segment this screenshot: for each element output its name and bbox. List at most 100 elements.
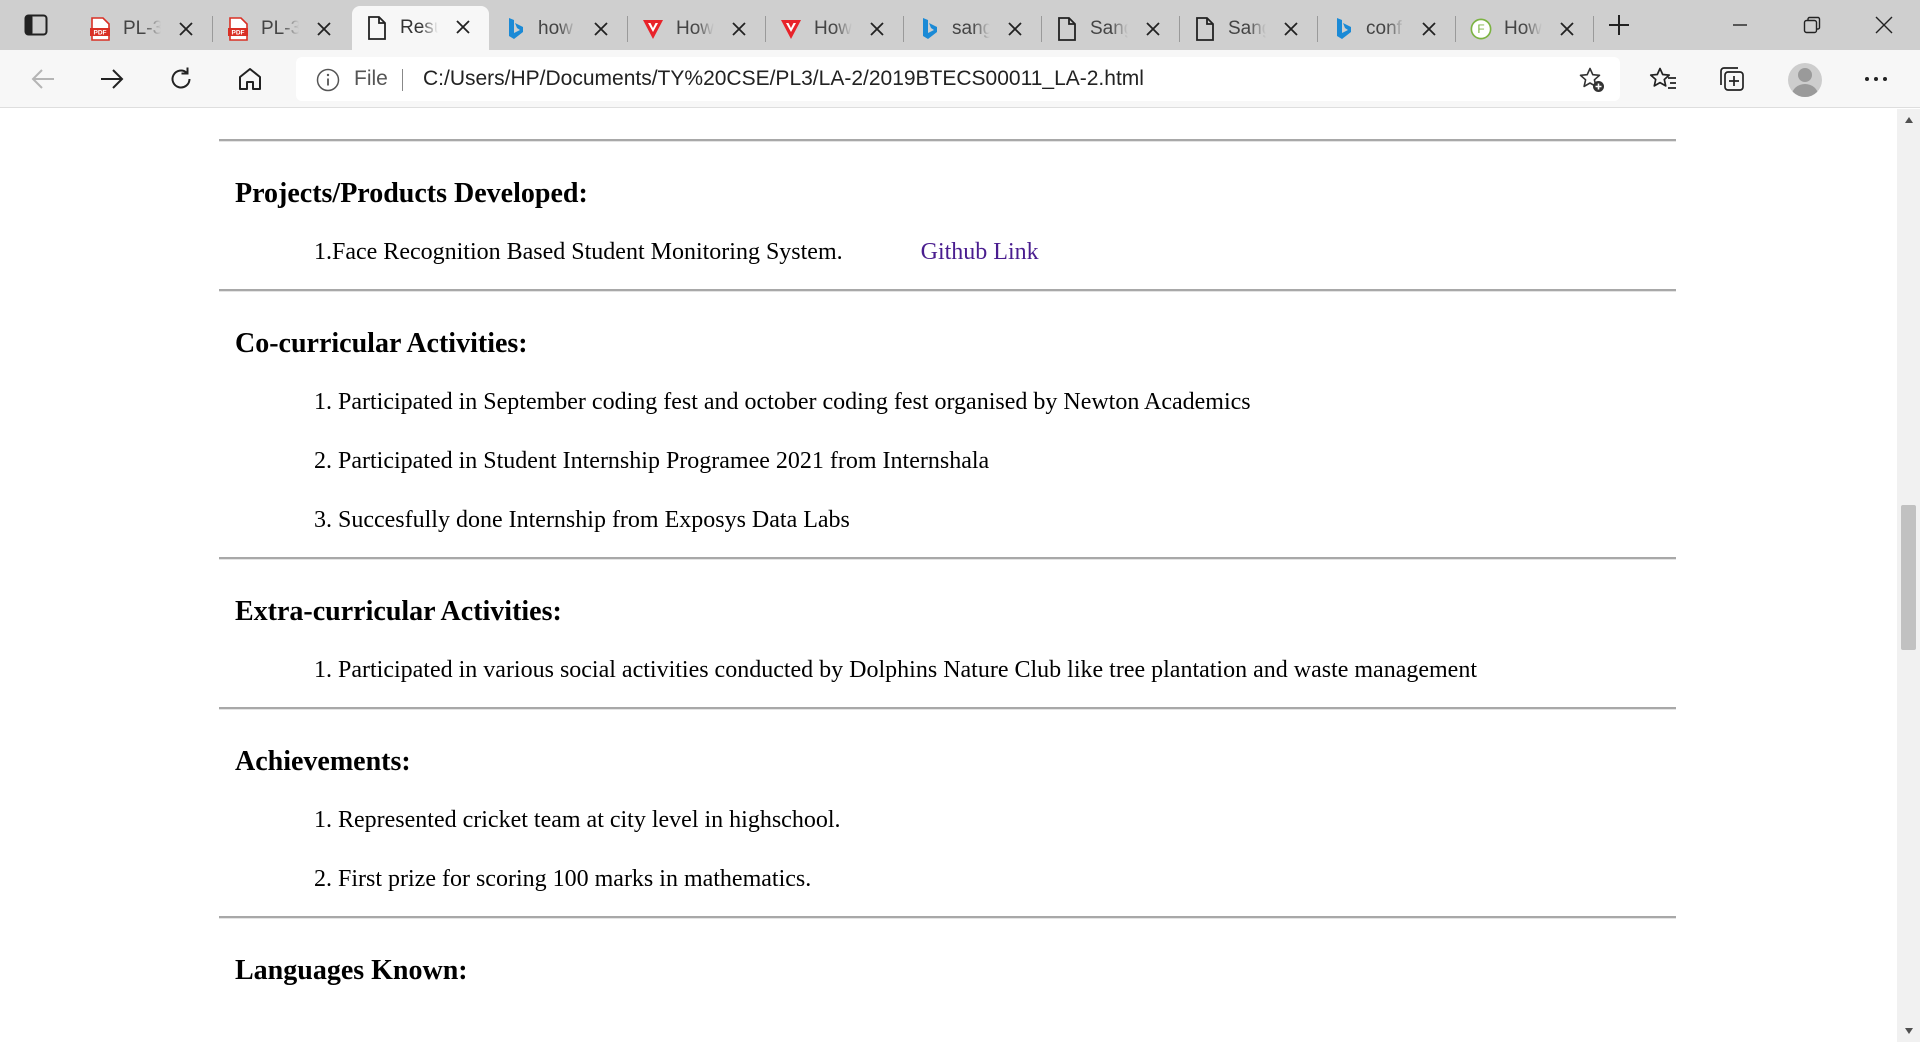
list-item: 2. First prize for scoring 100 marks in … (314, 866, 812, 892)
tab-v-how-2[interactable]: How (766, 8, 904, 50)
plus-icon (1609, 15, 1629, 35)
cocurricular-list: 1. Participated in September coding fest… (314, 387, 1676, 535)
tab-title: sang (952, 18, 990, 39)
favorites-button[interactable] (1641, 58, 1685, 100)
profile-avatar[interactable] (1788, 63, 1822, 97)
section-divider (219, 916, 1676, 919)
tab-pdf-2[interactable]: PDF PL-3 (213, 8, 350, 50)
tab-actions-button[interactable] (18, 10, 54, 40)
address-bar[interactable]: File C:/Users/HP/Documents/TY%20CSE/PL3/… (296, 57, 1620, 101)
close-icon[interactable] (1557, 19, 1577, 39)
minimize-icon (1733, 24, 1747, 26)
section-divider (219, 139, 1676, 142)
section-divider (219, 557, 1676, 560)
svg-text:PDF: PDF (94, 30, 107, 37)
forward-arrow-icon (101, 69, 124, 89)
file-icon (1194, 17, 1216, 41)
close-icon[interactable] (867, 19, 887, 39)
navigation-toolbar: File C:/Users/HP/Documents/TY%20CSE/PL3/… (0, 50, 1920, 108)
home-icon (239, 68, 261, 90)
github-link[interactable]: Github Link (921, 239, 1039, 265)
cocurricular-section: Co-curricular Activities: 1. Participate… (219, 327, 1676, 535)
close-window-button[interactable] (1850, 0, 1918, 50)
close-icon[interactable] (453, 17, 473, 37)
section-divider (219, 707, 1676, 710)
close-icon[interactable] (591, 19, 611, 39)
list-item: 2. Participated in Student Internship Pr… (314, 448, 990, 474)
scroll-up-button[interactable] (1897, 109, 1920, 131)
home-button[interactable] (228, 58, 272, 100)
close-icon[interactable] (1143, 19, 1163, 39)
settings-more-button[interactable] (1854, 58, 1898, 100)
tab-title: How (676, 18, 714, 39)
tab-actions-icon (24, 14, 48, 36)
more-dots-icon (1865, 77, 1887, 81)
tab-bing-conf[interactable]: conf (1318, 8, 1456, 50)
collections-button[interactable] (1710, 58, 1754, 100)
tab-bing-sang[interactable]: sang (904, 8, 1042, 50)
close-icon[interactable] (314, 19, 334, 39)
refresh-button[interactable] (159, 58, 203, 100)
tab-title: How (1504, 18, 1542, 39)
tab-title: PL-3 (123, 18, 161, 39)
close-icon[interactable] (176, 19, 196, 39)
languages-section: Languages Known: (219, 954, 1676, 988)
tab-file-sang-1[interactable]: Sang (1042, 8, 1180, 50)
close-icon[interactable] (1281, 19, 1301, 39)
collections-icon (1720, 67, 1744, 91)
new-tab-button[interactable] (1602, 10, 1636, 40)
restore-icon (1803, 16, 1821, 34)
forward-button[interactable] (90, 58, 134, 100)
bing-icon (918, 17, 940, 41)
list-item: 1. Participated in various social activi… (314, 657, 1478, 683)
tab-title: Resume (400, 17, 438, 38)
tab-bing-how[interactable]: how (490, 8, 628, 50)
achievements-section: Achievements: 1. Represented cricket tea… (219, 745, 1676, 894)
list-item: 3. Succesfully done Internship from Expo… (314, 507, 850, 533)
close-icon (1875, 16, 1893, 34)
section-heading: Extra-curricular Activities: (235, 596, 562, 627)
tab-title: Sang (1090, 18, 1128, 39)
project-list: 1.Face Recognition Based Student Monitor… (314, 237, 1676, 267)
tab-v-how-1[interactable]: How (628, 8, 766, 50)
scroll-down-arrow-icon (1904, 1028, 1913, 1034)
vertical-scrollbar[interactable] (1897, 109, 1920, 1042)
address-url[interactable]: C:/Users/HP/Documents/TY%20CSE/PL3/LA-2/… (423, 57, 1144, 101)
close-icon[interactable] (729, 19, 749, 39)
tab-title: How (814, 18, 852, 39)
close-icon[interactable] (1419, 19, 1439, 39)
f-circle-icon: F (1470, 17, 1492, 41)
tab-title: conf (1366, 18, 1402, 39)
tab-pdf-1[interactable]: PDF PL-3 (75, 8, 213, 50)
pdf-icon: PDF (227, 17, 249, 41)
info-icon[interactable] (316, 68, 340, 92)
favorites-icon (1649, 67, 1676, 89)
section-heading: Co-curricular Activities: (235, 328, 528, 359)
add-favorite-icon[interactable] (1578, 66, 1606, 94)
scrollbar-thumb[interactable] (1901, 505, 1916, 650)
scroll-up-arrow-icon (1904, 117, 1913, 123)
back-arrow-icon (31, 69, 54, 89)
address-scheme: File (354, 67, 388, 90)
tab-title: how (538, 18, 573, 39)
close-icon[interactable] (1005, 19, 1025, 39)
tab-f-how[interactable]: F How (1456, 8, 1594, 50)
address-separator (402, 69, 403, 91)
extracurricular-section: Extra-curricular Activities: 1. Particip… (219, 595, 1676, 685)
back-button[interactable] (21, 58, 65, 100)
section-heading: Languages Known: (235, 955, 468, 986)
svg-text:F: F (1477, 22, 1484, 36)
restore-button[interactable] (1778, 0, 1846, 50)
v-brand-icon (780, 17, 802, 41)
minimize-button[interactable] (1706, 0, 1774, 50)
refresh-icon (171, 67, 191, 89)
tab-file-sang-2[interactable]: Sang (1180, 8, 1318, 50)
scroll-down-button[interactable] (1897, 1020, 1920, 1042)
tab-resume-active[interactable]: Resume (352, 6, 489, 50)
tab-title: Sang (1228, 18, 1266, 39)
list-item: 1. Participated in September coding fest… (314, 389, 1251, 415)
file-icon (366, 16, 388, 40)
section-divider (219, 289, 1676, 292)
extracurricular-list: 1. Participated in various social activi… (314, 655, 1676, 685)
pdf-icon: PDF (89, 17, 111, 41)
